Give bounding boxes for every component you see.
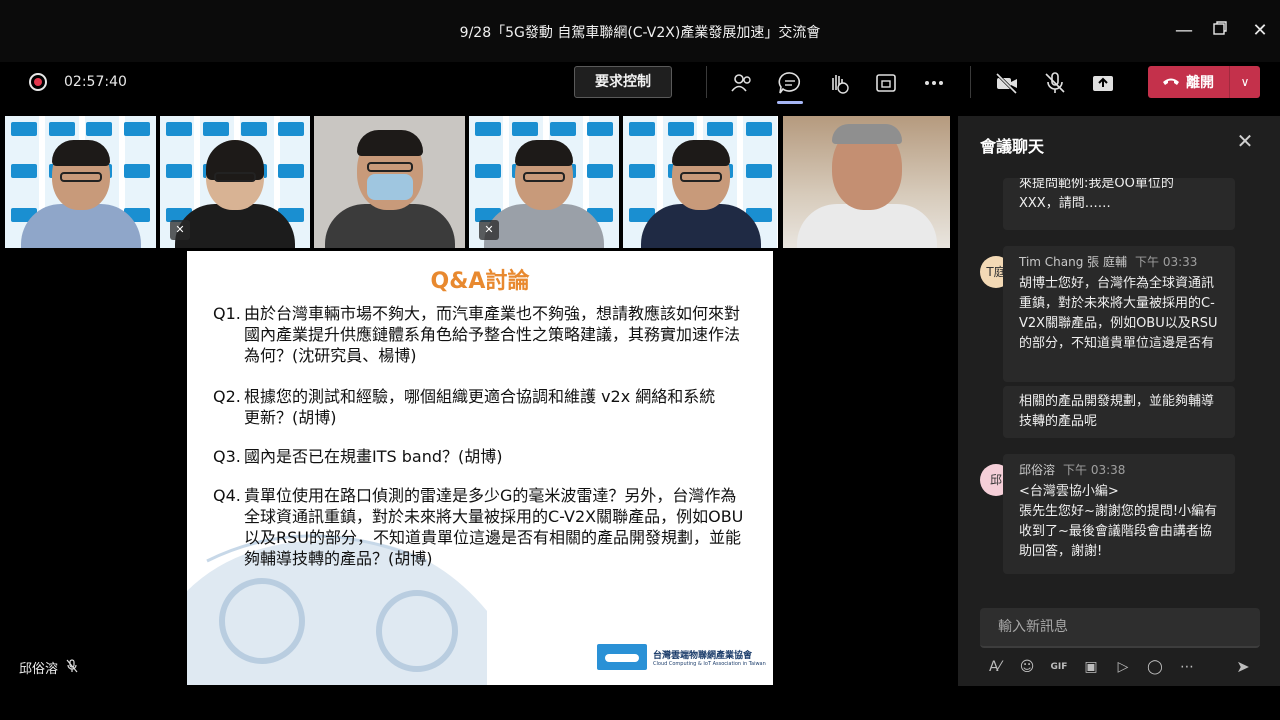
message-text: 相關的產品開發規劃，並能夠輔導技轉的產品呢	[1019, 394, 1215, 429]
participant-tile[interactable]	[783, 116, 950, 248]
message-text: 來提問範例:我是OO單位的	[1019, 178, 1174, 191]
phone-hangup-icon	[1162, 74, 1180, 90]
mic-muted-icon	[66, 658, 78, 677]
participant-tile[interactable]: ✕	[469, 116, 619, 248]
question-item: Q4. 貴單位使用在路口偵測的雷達是多少G的毫米波雷達？另外，台灣作為全球資通訊…	[213, 485, 747, 569]
more-options-icon[interactable]: ⋯	[1176, 656, 1198, 678]
message-text: 張先生您好~謝謝您的提問!小編有收到了~最後會議階段會由講者協助回答，謝謝!	[1019, 504, 1218, 559]
praise-icon[interactable]: ◯	[1144, 656, 1166, 678]
org-logo-block: 台灣雲端物聯網產業協會 Cloud Computing & IoT Associ…	[597, 644, 766, 670]
share-tray-icon[interactable]	[1090, 70, 1116, 96]
question-number: Q1.	[213, 304, 241, 323]
participant-tile-active[interactable]	[314, 116, 465, 248]
toolbar-divider	[706, 66, 707, 98]
participant-tile[interactable]	[5, 116, 156, 248]
participant-tile[interactable]: ✕	[160, 116, 310, 248]
message-meta: Tim Chang 張 庭輔 下午 03:33	[1019, 252, 1219, 272]
close-icon[interactable]: ✕	[1248, 20, 1272, 42]
participants-icon[interactable]	[729, 70, 755, 96]
question-text: 貴單位使用在路口偵測的雷達是多少G的毫米波雷達？另外，台灣作為全球資通訊重鎮，對…	[244, 486, 744, 568]
question-text: 由於台灣車輛市場不夠大，而汽車產業也不夠強，想請教應該如何來對國內產業提升供應鏈…	[244, 304, 741, 365]
question-text: 國內是否已在規畫ITS band？(胡博)	[244, 447, 503, 466]
gif-icon[interactable]: GIF	[1048, 656, 1070, 678]
chat-active-indicator	[777, 101, 803, 104]
bottom-bar	[0, 686, 1280, 720]
compose-toolbar: A⁄ ☺ GIF ▣ ▷ ◯ ⋯ ➤	[984, 656, 1264, 678]
participant-tile[interactable]	[623, 116, 778, 248]
chat-header: 會議聊天 ✕	[958, 116, 1280, 170]
recording-icon	[29, 73, 47, 91]
restore-icon[interactable]	[1208, 20, 1232, 42]
message-time: 下午 03:33	[1135, 255, 1198, 269]
mic-muted-icon: ✕	[479, 220, 499, 240]
org-subtitle: Cloud Computing & IoT Association in Tai…	[653, 660, 766, 667]
send-icon[interactable]: ➤	[1232, 656, 1254, 678]
question-item: Q3. 國內是否已在規畫ITS band？(胡博)	[213, 446, 747, 467]
shared-slide: Q&A討論 Q1. 由於台灣車輛市場不夠大，而汽車產業也不夠強，想請教應該如何來…	[187, 251, 773, 685]
meet-now-icon[interactable]: ▷	[1112, 656, 1134, 678]
question-number: Q4.	[213, 486, 241, 505]
org-logo	[597, 644, 647, 670]
meeting-chat-panel: 會議聊天 ✕ 來提問範例:我是OO單位的 XXX，請問…… T庭 Tim Cha…	[958, 116, 1280, 686]
chat-message: 來提問範例:我是OO單位的 XXX，請問……	[1003, 178, 1235, 230]
chat-title: 會議聊天	[980, 137, 1045, 156]
message-text: 胡博士您好，台灣作為全球資通訊重鎮，對於未來將大量被採用的C-V2X關聯產品，例…	[1019, 276, 1218, 351]
chat-message: 相關的產品開發規劃，並能夠輔導技轉的產品呢	[1003, 386, 1235, 438]
question-text: 根據您的測試和經驗，哪個組織更適合協調和維護 v2x 網絡和系統更新？(胡博)	[244, 387, 716, 427]
title-bar: 9/28「5G發動 自駕車聯網(C-V2X)產業發展加速」交流會 — ✕	[0, 0, 1280, 62]
chevron-down-icon[interactable]: ∨	[1230, 66, 1260, 98]
chat-message: 邱俗溶 下午 03:38 <台灣雲協小編> 張先生您好~謝謝您的提問!小編有收到了…	[1003, 454, 1235, 574]
presenter-label: 邱俗溶	[19, 658, 78, 677]
more-icon[interactable]	[921, 70, 947, 96]
camera-off-icon[interactable]	[994, 70, 1020, 96]
recording-timer: 02:57:40	[64, 74, 127, 90]
toolbar-divider	[970, 66, 971, 98]
message-input[interactable]	[980, 608, 1260, 646]
participant-video	[20, 140, 141, 248]
window-title: 9/28「5G發動 自駕車聯網(C-V2X)產業發展加速」交流會	[459, 25, 821, 41]
leave-main[interactable]: 離開	[1148, 66, 1228, 98]
raise-hand-icon[interactable]	[825, 70, 851, 96]
question-number: Q3.	[213, 447, 241, 466]
leave-button[interactable]: 離開 ∨	[1148, 66, 1260, 98]
question-item: Q2. 根據您的測試和經驗，哪個組織更適合協調和維護 v2x 網絡和系統更新？(…	[213, 386, 747, 428]
slide-title: Q&A討論	[430, 269, 530, 294]
message-text: XXX，請問……	[1019, 196, 1111, 211]
participant-video	[484, 140, 604, 248]
sender-name: Tim Chang 張 庭輔	[1019, 255, 1127, 269]
question-item: Q1. 由於台灣車輛市場不夠大，而汽車產業也不夠強，想請教應該如何來對國內產業提…	[213, 303, 747, 366]
share-screen-icon[interactable]	[873, 70, 899, 96]
sticker-icon[interactable]: ▣	[1080, 656, 1102, 678]
org-name: 台灣雲端物聯網產業協會	[653, 650, 753, 661]
participant-video	[324, 130, 455, 248]
sender-name: 邱俗溶	[1019, 463, 1056, 477]
minimize-icon[interactable]: —	[1172, 20, 1196, 42]
avatar-initials: 邱	[989, 473, 1002, 487]
participant-video	[175, 140, 295, 248]
question-number: Q2.	[213, 387, 241, 406]
mic-muted-icon: ✕	[170, 220, 190, 240]
participant-video	[640, 140, 761, 248]
chat-icon[interactable]	[777, 70, 803, 96]
message-meta: 邱俗溶 下午 03:38	[1019, 460, 1219, 480]
participant-video	[796, 124, 937, 248]
meeting-toolbar: 02:57:40 要求控制 離開 ∨	[0, 62, 1280, 112]
compose-box[interactable]	[980, 608, 1260, 648]
chat-message: Tim Chang 張 庭輔 下午 03:33 胡博士您好，台灣作為全球資通訊重鎮…	[1003, 246, 1235, 382]
presenter-name: 邱俗溶	[19, 662, 59, 677]
message-time: 下午 03:38	[1063, 463, 1126, 477]
leave-label: 離開	[1186, 75, 1214, 91]
close-icon[interactable]: ✕	[1234, 130, 1256, 152]
format-icon[interactable]: A⁄	[984, 656, 1006, 678]
request-control-button[interactable]: 要求控制	[574, 66, 672, 98]
mic-off-icon[interactable]	[1042, 70, 1068, 96]
message-text: <台灣雲協小編>	[1019, 484, 1119, 499]
emoji-icon[interactable]: ☺	[1016, 656, 1038, 678]
